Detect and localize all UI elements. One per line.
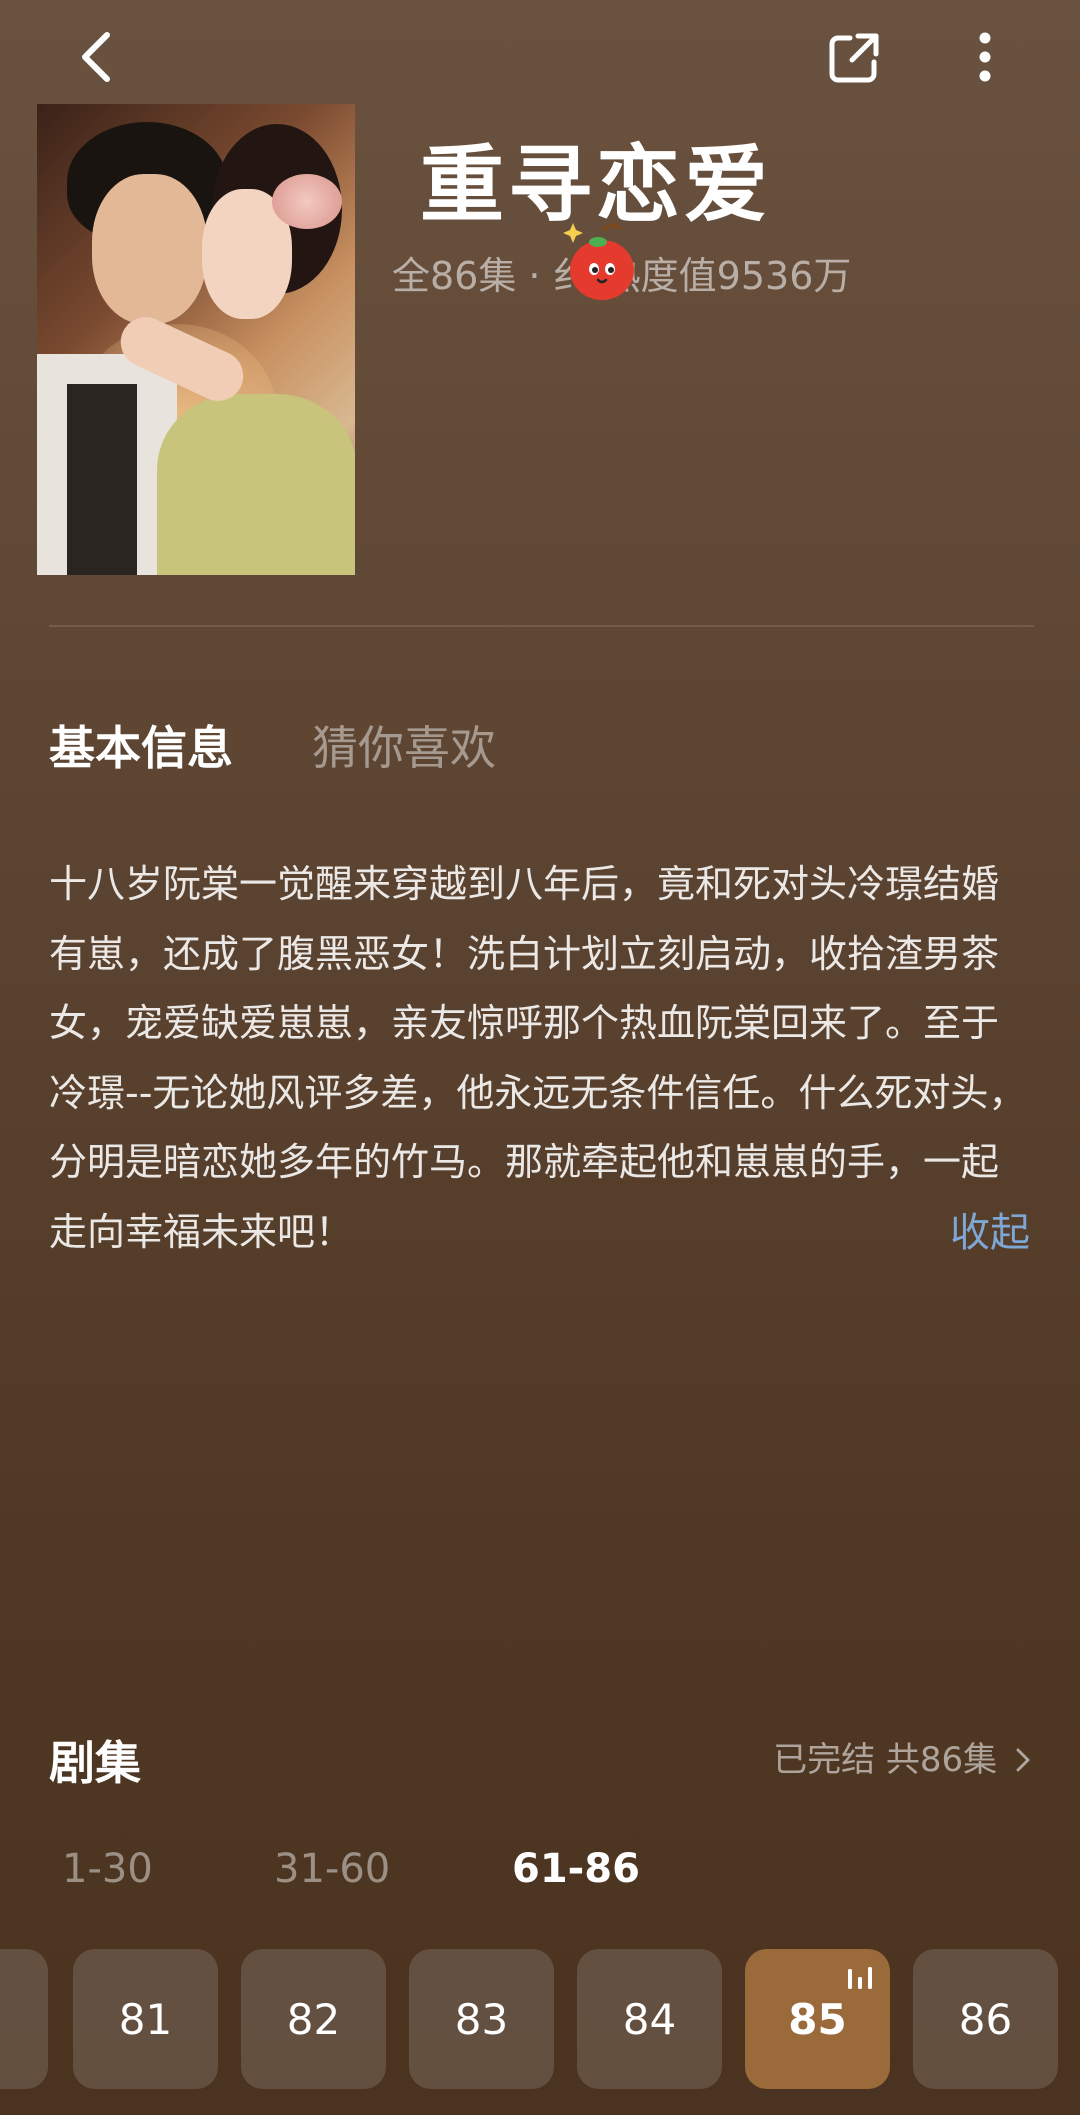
range-tab-61-86[interactable]: 61-86	[512, 1846, 640, 1892]
collapse-link[interactable]: 收起	[950, 1200, 1030, 1258]
episode-button-83[interactable]: 83	[409, 1949, 554, 2089]
range-tab-31-60[interactable]: 31-60	[274, 1846, 390, 1892]
episode-button-81[interactable]: 81	[73, 1949, 218, 2089]
share-button[interactable]	[818, 22, 890, 94]
episode-number: 83	[454, 1994, 509, 2044]
episode-number: 85	[788, 1994, 847, 2044]
tab-recommend[interactable]: 猜你喜欢	[312, 712, 496, 778]
now-playing-icon	[848, 1967, 872, 1989]
apple-mascot-icon	[562, 222, 642, 304]
episode-number: 84	[622, 1994, 677, 2044]
more-vertical-icon	[979, 32, 991, 82]
episode-button-partial[interactable]	[0, 1949, 48, 2089]
episode-button-84[interactable]: 84	[577, 1949, 722, 2089]
range-tab-1-30[interactable]: 1-30	[62, 1846, 153, 1892]
episodes-status: 已完结 共86集	[773, 1740, 998, 1780]
cover-image	[37, 104, 355, 575]
share-icon	[829, 33, 879, 83]
episode-number: 86	[958, 1994, 1013, 2044]
episode-number: 82	[286, 1994, 341, 2044]
episode-number: 81	[118, 1994, 173, 2044]
episode-button-82[interactable]: 82	[241, 1949, 386, 2089]
chevron-left-icon	[82, 32, 110, 82]
more-button[interactable]	[950, 22, 1020, 92]
synopsis-text: 十八岁阮棠一觉醒来穿越到八年后，竟和死对头冷璟结婚有崽，还成了腹黑恶女！洗白计划…	[49, 862, 1027, 1254]
episodes-heading: 剧集	[49, 1736, 141, 1790]
chevron-right-icon	[1016, 1748, 1030, 1772]
divider	[49, 625, 1034, 627]
episode-button-86[interactable]: 86	[913, 1949, 1058, 2089]
episodes-status-link[interactable]: 已完结 共86集	[773, 1732, 1032, 1781]
back-button[interactable]	[62, 22, 132, 92]
tab-basic-info[interactable]: 基本信息	[49, 712, 233, 778]
episode-button-85[interactable]: 85	[745, 1949, 890, 2089]
